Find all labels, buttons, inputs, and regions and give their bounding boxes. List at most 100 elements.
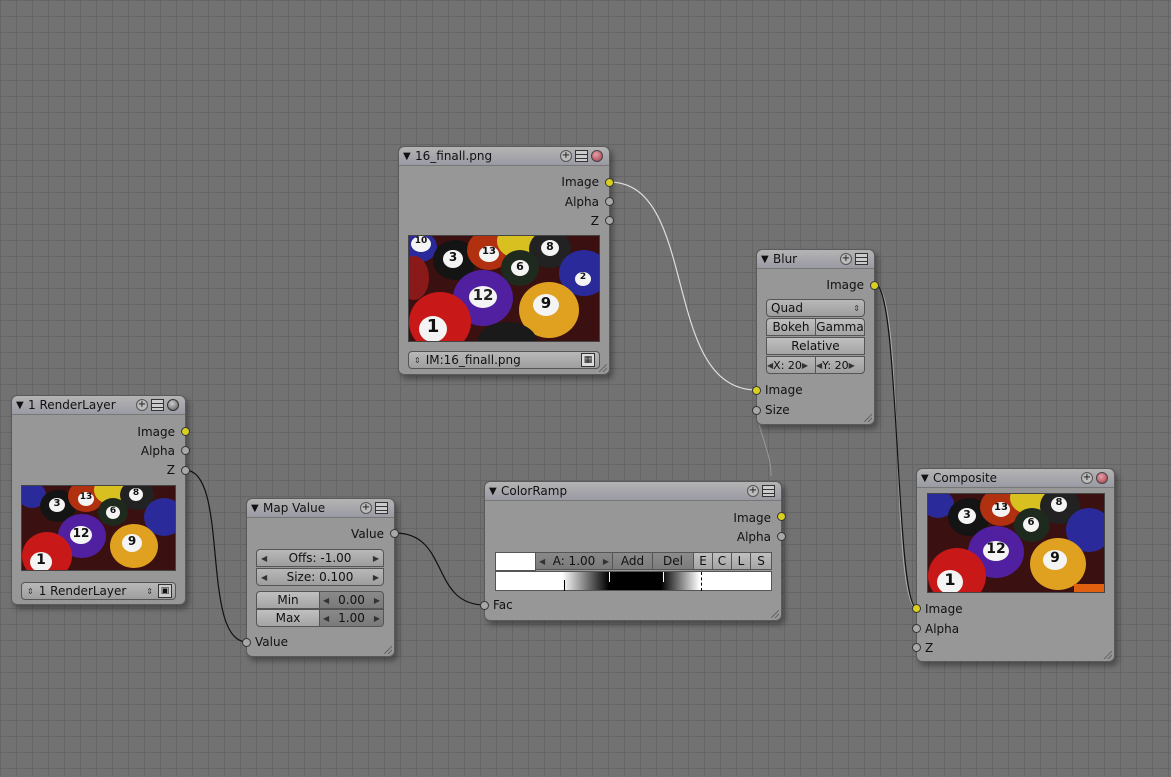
- right-arrow-icon[interactable]: ▶: [373, 554, 379, 563]
- left-arrow-icon[interactable]: ◀: [539, 557, 545, 566]
- left-arrow-icon[interactable]: ◀: [323, 596, 329, 605]
- output-z-socket[interactable]: [605, 216, 614, 225]
- blur-output-image-socket[interactable]: [870, 281, 879, 290]
- color-ramp-gradient[interactable]: [495, 571, 772, 591]
- min-field[interactable]: ◀ 0.00 ▶: [319, 591, 384, 609]
- collapse-triangle-icon[interactable]: ▼: [16, 400, 28, 411]
- ramp-alpha-field[interactable]: ◀ A: 1.00 ▶: [535, 552, 613, 570]
- offs-field[interactable]: ◀ Offs: -1.00 ▶: [256, 549, 384, 567]
- collapse-triangle-icon[interactable]: ▼: [251, 503, 263, 514]
- image-browse-icon[interactable]: ▦: [581, 353, 595, 367]
- resize-handle[interactable]: [384, 646, 392, 654]
- ramp-l-button[interactable]: L: [731, 552, 751, 570]
- plus-icon[interactable]: +: [840, 253, 852, 265]
- renderlayer-node-header[interactable]: ▼ 1 RenderLayer +: [12, 396, 185, 415]
- plus-icon[interactable]: +: [360, 502, 372, 514]
- ramp-e-button[interactable]: E: [693, 552, 713, 570]
- renderlayer-select-field[interactable]: ⇕ 1 RenderLayer ⇕ ▣: [21, 582, 176, 600]
- right-arrow-icon[interactable]: ▶: [603, 557, 609, 566]
- comp-input-alpha-socket[interactable]: [912, 624, 921, 633]
- output-image-socket[interactable]: [605, 178, 614, 187]
- collapse-triangle-icon[interactable]: ▼: [761, 254, 773, 265]
- list-icon[interactable]: [375, 502, 388, 514]
- rl-output-alpha-socket[interactable]: [181, 446, 190, 455]
- blur-y-field[interactable]: ◀ Y: 20 ▶: [815, 356, 865, 374]
- blur-input-image-socket[interactable]: [752, 386, 761, 395]
- sphere-icon[interactable]: [167, 399, 179, 411]
- ramp-stop-marker[interactable]: [663, 572, 664, 582]
- record-icon[interactable]: [1096, 472, 1108, 484]
- ramp-add-button[interactable]: Add: [612, 552, 653, 570]
- ramp-del-button[interactable]: Del: [652, 552, 694, 570]
- plus-icon[interactable]: +: [136, 399, 148, 411]
- collapse-triangle-icon[interactable]: ▼: [403, 151, 415, 162]
- left-arrow-icon[interactable]: ◀: [261, 573, 267, 582]
- gamma-toggle[interactable]: Gamma: [815, 318, 865, 336]
- output-alpha-socket[interactable]: [605, 197, 614, 206]
- collapse-triangle-icon[interactable]: ▼: [921, 473, 933, 484]
- output-z-label: Z: [590, 214, 599, 228]
- right-arrow-icon[interactable]: ▶: [374, 596, 380, 605]
- blur-x-field[interactable]: ◀ X: 20 ▶: [766, 356, 816, 374]
- cr-output-image-label: Image: [733, 511, 771, 525]
- left-arrow-icon[interactable]: ◀: [261, 554, 267, 563]
- record-icon[interactable]: [591, 150, 603, 162]
- max-field[interactable]: ◀ 1.00 ▶: [319, 609, 384, 627]
- collapse-triangle-icon[interactable]: ▼: [489, 486, 501, 497]
- image-select-field[interactable]: ⇕ IM:16_finall.png ▦: [408, 351, 600, 369]
- resize-handle[interactable]: [771, 610, 779, 618]
- mapvalue-node-header[interactable]: ▼ Map Value +: [247, 499, 394, 518]
- rl-output-image-socket[interactable]: [181, 427, 190, 436]
- plus-icon[interactable]: +: [1081, 472, 1093, 484]
- colorramp-node-header[interactable]: ▼ ColorRamp +: [485, 482, 781, 501]
- image-node[interactable]: ▼ 16_finall.png + Image Alpha Z 10 3 13 …: [398, 146, 614, 375]
- blur-filter-select[interactable]: Quad ⇕: [766, 299, 865, 317]
- ramp-stop-marker[interactable]: [609, 572, 610, 582]
- blur-node-header[interactable]: ▼ Blur +: [757, 250, 874, 269]
- ramp-c-button[interactable]: C: [712, 552, 732, 570]
- plus-icon[interactable]: +: [747, 485, 759, 497]
- cr-output-image-socket[interactable]: [777, 512, 786, 521]
- size-field[interactable]: ◀ Size: 0.100 ▶: [256, 568, 384, 586]
- resize-handle[interactable]: [599, 364, 607, 372]
- relative-toggle[interactable]: Relative: [766, 337, 865, 355]
- bokeh-toggle[interactable]: Bokeh: [766, 318, 816, 336]
- mv-output-value-socket[interactable]: [390, 529, 399, 538]
- resize-handle[interactable]: [864, 414, 872, 422]
- right-arrow-icon[interactable]: ▶: [802, 361, 808, 370]
- colorramp-node[interactable]: ▼ ColorRamp + Image Alpha ◀ A: 1.00 ▶ Ad…: [480, 481, 786, 621]
- cr-output-alpha-socket[interactable]: [777, 532, 786, 541]
- blur-filter-value: Quad: [771, 301, 804, 315]
- output-image-label: Image: [561, 175, 599, 189]
- image-node-header[interactable]: ▼ 16_finall.png +: [399, 147, 609, 166]
- link-mapvalue-to-colorramp: [394, 532, 486, 606]
- ramp-stop-marker[interactable]: [564, 580, 565, 591]
- left-arrow-icon[interactable]: ◀: [323, 614, 329, 623]
- list-icon[interactable]: [762, 485, 775, 497]
- max-toggle[interactable]: Max: [256, 609, 320, 627]
- renderlayer-node[interactable]: ▼ 1 RenderLayer + Image Alpha Z 3 13 8 6…: [11, 395, 190, 605]
- ramp-active-stop[interactable]: [701, 572, 702, 591]
- composite-node[interactable]: ▼ Composite + 3 13 8 6 12 9 1 Image Alph…: [912, 468, 1115, 662]
- blur-node[interactable]: ▼ Blur + Image Quad ⇕ Bokeh Gamma Relati…: [752, 249, 879, 425]
- color-swatch[interactable]: [495, 552, 536, 571]
- mapvalue-node[interactable]: ▼ Map Value + Value ◀ Offs: -1.00 ▶ ◀ Si…: [242, 498, 399, 657]
- blur-input-size-socket[interactable]: [752, 406, 761, 415]
- plus-icon[interactable]: +: [560, 150, 572, 162]
- min-toggle[interactable]: Min: [256, 591, 320, 609]
- mv-input-value-socket[interactable]: [242, 638, 251, 647]
- right-arrow-icon[interactable]: ▶: [374, 614, 380, 623]
- comp-input-z-socket[interactable]: [912, 643, 921, 652]
- right-arrow-icon[interactable]: ▶: [373, 573, 379, 582]
- list-icon[interactable]: [855, 253, 868, 265]
- list-icon[interactable]: [151, 399, 164, 411]
- comp-input-image-socket[interactable]: [912, 604, 921, 613]
- resize-handle[interactable]: [1104, 651, 1112, 659]
- composite-node-header[interactable]: ▼ Composite +: [917, 469, 1114, 488]
- scene-icon[interactable]: ▣: [158, 584, 172, 598]
- rl-output-z-socket[interactable]: [181, 466, 190, 475]
- list-icon[interactable]: [575, 150, 588, 162]
- cr-input-fac-socket[interactable]: [480, 601, 489, 610]
- right-arrow-icon[interactable]: ▶: [849, 361, 855, 370]
- ramp-s-button[interactable]: S: [750, 552, 772, 570]
